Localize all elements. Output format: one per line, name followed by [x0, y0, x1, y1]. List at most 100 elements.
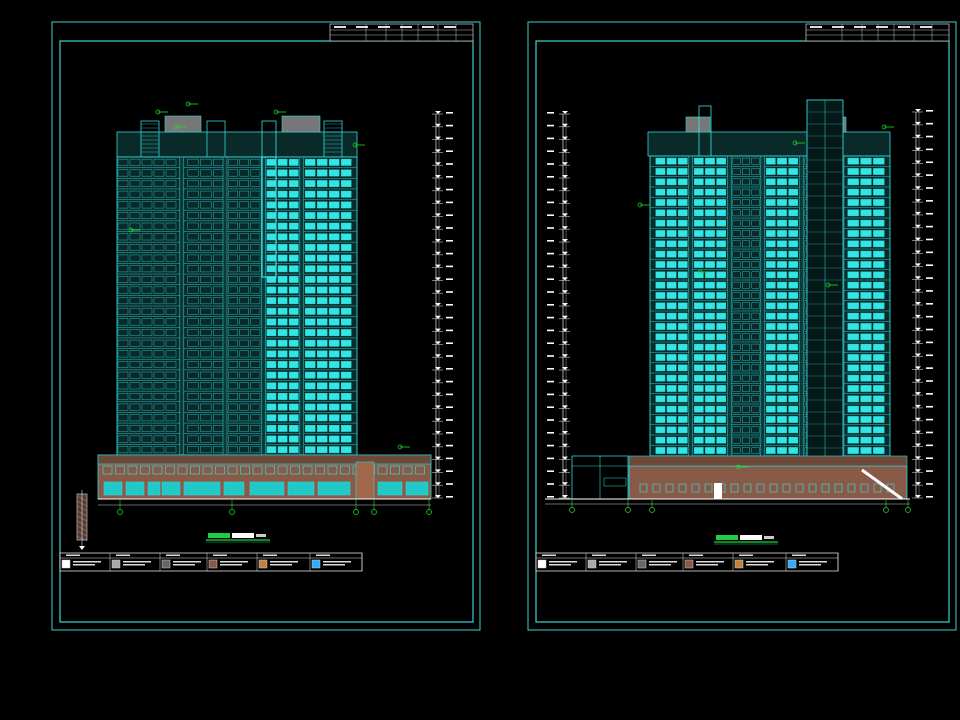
- dimension-text-mark: [926, 483, 933, 485]
- facade-window: [694, 209, 704, 217]
- facade-window: [705, 219, 715, 227]
- facade-window: [678, 168, 688, 175]
- dimension-text-mark: [926, 238, 933, 241]
- facade-window: [766, 385, 776, 392]
- facade-window: [317, 329, 328, 336]
- facade-window: [788, 354, 798, 361]
- facade-window: [666, 240, 677, 248]
- legend-swatch: [258, 559, 268, 569]
- facade-window: [860, 250, 872, 258]
- facade-window: [716, 199, 726, 206]
- facade-window: [329, 276, 340, 283]
- facade-window: [305, 414, 316, 422]
- facade-window: [317, 350, 328, 358]
- dimension-text-mark: [446, 163, 453, 165]
- facade-window: [329, 190, 340, 198]
- facade-window: [277, 414, 288, 422]
- dimension-text-mark: [547, 342, 554, 344]
- facade-window: [329, 329, 340, 336]
- facade-window: [277, 307, 288, 315]
- facade-window: [305, 382, 316, 390]
- facade-window: [666, 178, 677, 186]
- facade-window: [655, 364, 666, 372]
- facade-window: [655, 261, 666, 268]
- facade-window: [266, 371, 277, 379]
- facade-window: [860, 209, 872, 217]
- facade-window: [329, 169, 340, 177]
- facade-window: [873, 436, 885, 444]
- dimension-text-mark: [926, 431, 933, 434]
- facade-window: [277, 435, 288, 443]
- facade-window: [777, 199, 787, 206]
- legend-text-mark: [263, 554, 277, 556]
- dimension-text-mark: [446, 112, 453, 114]
- facade-window: [289, 190, 299, 198]
- dimension-text-mark: [547, 124, 554, 127]
- facade-window: [873, 354, 885, 361]
- facade-window: [678, 312, 688, 320]
- facade-window: [329, 361, 340, 368]
- facade-window: [766, 219, 776, 227]
- facade-window: [329, 318, 340, 326]
- storefront-glass: [317, 481, 351, 496]
- facade-window: [766, 157, 776, 165]
- facade-window: [317, 446, 328, 454]
- dimension-text-mark: [547, 470, 554, 472]
- facade-window: [678, 395, 688, 403]
- facade-window: [766, 436, 776, 444]
- facade-window: [766, 188, 776, 196]
- dimension-text-mark: [446, 342, 453, 344]
- facade-window: [705, 323, 715, 330]
- storefront-glass: [125, 481, 145, 496]
- facade-window: [766, 447, 776, 454]
- title-text-mark: [232, 533, 254, 538]
- dimension-text-mark: [547, 483, 554, 485]
- dimension-text-mark: [926, 122, 933, 125]
- facade-window: [716, 157, 726, 165]
- facade-window: [341, 361, 352, 368]
- facade-window: [277, 169, 288, 177]
- dimension-text-mark: [547, 380, 554, 383]
- facade-window: [873, 178, 885, 186]
- facade-window: [666, 219, 677, 227]
- title-block-text-mark: [920, 26, 932, 28]
- cad-viewport[interactable]: [0, 0, 960, 720]
- facade-window: [266, 158, 277, 166]
- facade-window: [777, 405, 787, 413]
- dimension-text-mark: [926, 444, 933, 447]
- legend-text-mark: [599, 564, 621, 566]
- facade-window: [705, 261, 715, 268]
- legend-text-mark: [746, 561, 774, 563]
- facade-window: [860, 230, 872, 237]
- facade-window: [716, 354, 726, 361]
- facade-window: [847, 168, 859, 175]
- facade-window: [266, 307, 277, 315]
- facade-window: [694, 168, 704, 175]
- facade-window: [655, 240, 666, 248]
- facade-window: [655, 302, 666, 310]
- facade-window: [860, 178, 872, 186]
- facade-window: [305, 254, 316, 262]
- facade-window: [277, 158, 288, 166]
- facade-window: [777, 281, 787, 289]
- facade-window: [655, 168, 666, 175]
- facade-window: [305, 212, 316, 219]
- legend-swatch: [787, 559, 797, 569]
- facade-window: [860, 281, 872, 289]
- facade-window: [678, 219, 688, 227]
- legend-swatch: [637, 559, 647, 569]
- facade-window: [329, 265, 340, 273]
- facade-window: [666, 312, 677, 320]
- facade-window: [788, 436, 798, 444]
- facade-window: [847, 343, 859, 351]
- facade-window: [860, 157, 872, 165]
- facade-window: [847, 405, 859, 413]
- facade-window: [317, 414, 328, 422]
- facade-window: [666, 157, 677, 165]
- facade-window: [305, 393, 316, 400]
- facade-window: [305, 233, 316, 241]
- facade-window: [766, 405, 776, 413]
- dimension-text-mark: [446, 188, 453, 191]
- facade-window: [655, 395, 666, 403]
- facade-window: [666, 385, 677, 392]
